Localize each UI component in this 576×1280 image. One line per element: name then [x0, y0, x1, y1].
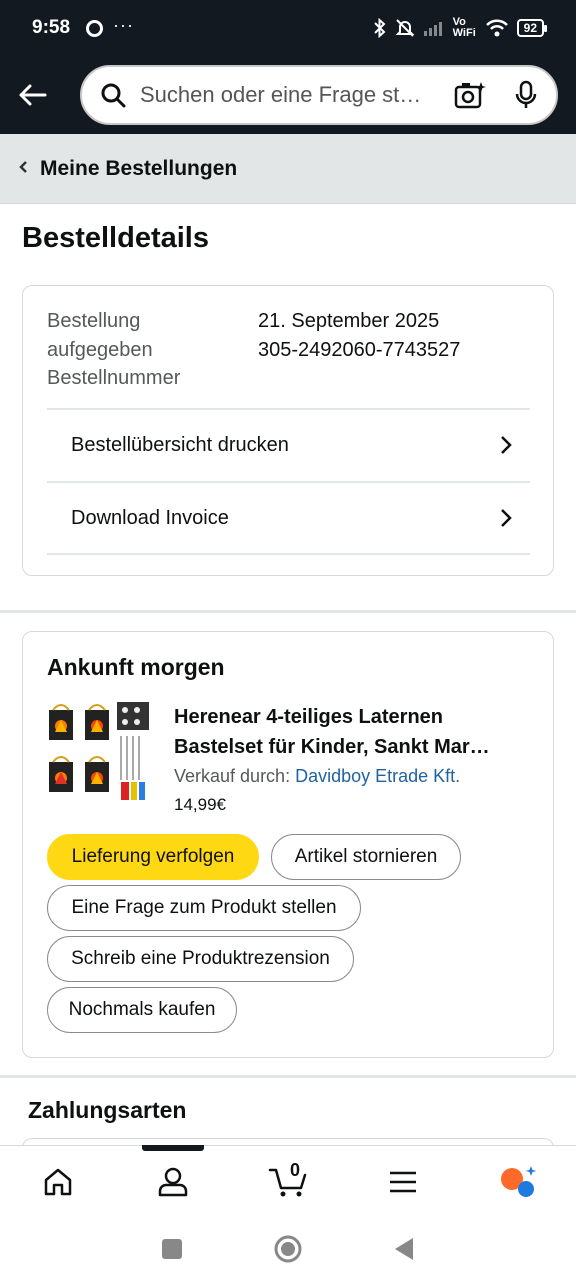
print-order-summary-link[interactable]: Bestellübersicht drucken [47, 408, 530, 480]
print-order-summary-label: Bestellübersicht drucken [71, 433, 289, 456]
chevron-right-icon [501, 509, 512, 527]
buy-again-button[interactable]: Nochmals kaufen [47, 987, 237, 1033]
battery-indicator: 92 [516, 19, 548, 37]
search-input[interactable]: Suchen oder eine Frage st… [140, 82, 430, 108]
order-placed-label-2: aufgegeben [47, 338, 153, 361]
chevron-right-icon [501, 436, 512, 454]
arrival-heading: Ankunft morgen [47, 654, 225, 680]
download-invoice-link[interactable]: Download Invoice [47, 481, 530, 553]
breadcrumb[interactable]: Meine Bestellungen [0, 134, 576, 204]
nav-home[interactable] [0, 1146, 115, 1217]
bluetooth-icon [373, 18, 386, 38]
order-summary-card: Bestellung aufgegeben Bestellnummer 21. … [22, 285, 554, 576]
breadcrumb-label: Meine Bestellungen [40, 156, 238, 180]
nav-cart[interactable]: 0 [230, 1146, 345, 1217]
menu-icon [390, 1171, 417, 1192]
product-title-line-1: Herenear 4-teiliges Laternen [174, 706, 443, 728]
nav-account[interactable] [115, 1146, 230, 1217]
back-button[interactable] [0, 56, 64, 134]
order-placed-label: Bestellung [47, 310, 141, 332]
product-title-line-2: Bastelset für Kinder, Sankt Mar… [174, 736, 490, 758]
nav-menu[interactable] [346, 1146, 461, 1217]
more-notifications-icon: ··· [113, 14, 135, 35]
page-title: Bestelldetails [22, 222, 209, 254]
order-number: 305-2492060-7743527 [258, 338, 461, 361]
home-button-icon[interactable] [273, 1234, 303, 1264]
microphone-icon[interactable] [514, 80, 538, 110]
write-review-button[interactable]: Schreib eine Produktrezension [47, 936, 354, 982]
seller-info: Verkauf durch: Davidboy Etrade Kft. [174, 766, 534, 787]
cart-icon [268, 1168, 307, 1196]
search-bar[interactable]: Suchen oder eine Frage st… [80, 65, 558, 125]
section-divider [0, 1075, 576, 1078]
payment-methods-heading: Zahlungsarten [28, 1097, 187, 1123]
user-icon [158, 1167, 188, 1196]
download-invoice-label: Download Invoice [71, 506, 229, 529]
product-image[interactable] [47, 702, 151, 802]
status-bar: 9:58 ··· Vo WiFi 92 [0, 0, 576, 56]
system-back-icon[interactable] [393, 1237, 415, 1261]
cancel-item-button[interactable]: Artikel stornieren [271, 834, 461, 880]
section-divider [0, 610, 576, 613]
mute-bell-icon [395, 19, 415, 37]
order-date: 21. September 2025 [258, 310, 440, 332]
seller-suffix: . [455, 766, 461, 786]
assistant-icon [501, 1165, 537, 1197]
notification-ring-icon [86, 19, 104, 37]
ask-product-question-button[interactable]: Eine Frage zum Produkt stellen [47, 885, 361, 931]
back-arrow-icon [19, 84, 47, 106]
product-price: 14,99€ [174, 795, 226, 814]
shipment-card: Ankunft morgen Herenear 4-teiliges Later… [22, 631, 554, 1058]
chevron-left-icon [18, 158, 28, 179]
signal-icon [423, 22, 442, 36]
app-header: Suchen oder eine Frage st… [0, 56, 576, 134]
bottom-navigation: 0 [0, 1145, 576, 1217]
seller-prefix: Verkauf durch: [174, 766, 296, 786]
camera-search-icon[interactable] [454, 80, 486, 110]
status-time: 9:58 [32, 17, 71, 38]
cart-count: 0 [290, 1160, 301, 1180]
nav-assistant[interactable] [461, 1146, 576, 1217]
order-number-label: Bestellnummer [47, 367, 181, 389]
track-package-button[interactable]: Lieferung verfolgen [47, 834, 259, 880]
home-icon [44, 1168, 71, 1195]
search-icon [101, 83, 126, 108]
vowifi-label: Vo WiFi [452, 16, 476, 39]
product-title[interactable]: Herenear 4-teiliges Laternen Bastelset f… [174, 702, 534, 762]
system-navigation-bar [0, 1217, 576, 1280]
wifi-icon [485, 19, 508, 37]
recent-apps-icon[interactable] [161, 1238, 183, 1260]
seller-link[interactable]: Davidboy Etrade Kft [295, 766, 455, 786]
divider [47, 553, 530, 555]
